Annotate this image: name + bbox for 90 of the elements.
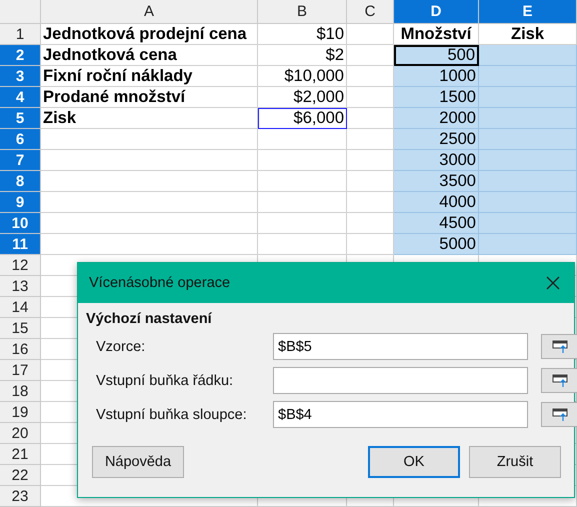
- shrink-button[interactable]: [541, 402, 577, 427]
- table-cell[interactable]: $10: [258, 24, 347, 45]
- column-header[interactable]: B: [258, 0, 347, 24]
- row-header[interactable]: 8: [0, 171, 41, 192]
- table-cell[interactable]: $10,000: [258, 66, 347, 87]
- table-cell[interactable]: Prodané množství: [41, 87, 258, 108]
- table-cell[interactable]: [479, 171, 577, 192]
- column-header[interactable]: A: [41, 0, 258, 24]
- shrink-button[interactable]: [541, 368, 577, 393]
- table-cell[interactable]: [479, 213, 577, 234]
- table-cell[interactable]: $2: [258, 45, 347, 66]
- table-cell[interactable]: Jednotková cena: [41, 45, 258, 66]
- corner-cell[interactable]: [0, 0, 41, 24]
- dialog-button[interactable]: Zrušit: [469, 446, 561, 478]
- row-header[interactable]: 15: [0, 318, 41, 339]
- row-header[interactable]: 17: [0, 360, 41, 381]
- table-cell[interactable]: 4000: [394, 192, 479, 213]
- dialog-button[interactable]: Nápověda: [92, 446, 184, 478]
- column-header[interactable]: D: [394, 0, 479, 24]
- row-header[interactable]: 23: [0, 486, 41, 507]
- row-header[interactable]: 2: [0, 45, 41, 66]
- table-cell[interactable]: [347, 24, 394, 45]
- table-cell[interactable]: 3500: [394, 171, 479, 192]
- row-header[interactable]: 7: [0, 150, 41, 171]
- row-header[interactable]: 3: [0, 66, 41, 87]
- table-cell[interactable]: [258, 234, 347, 255]
- table-cell[interactable]: [479, 66, 577, 87]
- row-header[interactable]: 22: [0, 465, 41, 486]
- field-label: Vzorce:: [96, 338, 146, 354]
- dialog-title: Vícenásobné operace: [89, 275, 230, 291]
- row-header[interactable]: 20: [0, 423, 41, 444]
- table-cell[interactable]: $6,000: [258, 108, 347, 129]
- row-header[interactable]: 14: [0, 297, 41, 318]
- row-header[interactable]: 4: [0, 87, 41, 108]
- shrink-icon: [552, 374, 568, 388]
- table-cell[interactable]: [258, 192, 347, 213]
- table-cell[interactable]: [479, 234, 577, 255]
- table-cell[interactable]: 2500: [394, 129, 479, 150]
- table-cell[interactable]: [41, 234, 258, 255]
- table-cell[interactable]: 5000: [394, 234, 479, 255]
- row-header[interactable]: 10: [0, 213, 41, 234]
- row-header[interactable]: 12: [0, 255, 41, 276]
- table-cell[interactable]: [41, 129, 258, 150]
- table-cell[interactable]: [258, 129, 347, 150]
- row-header[interactable]: 9: [0, 192, 41, 213]
- close-icon: [546, 276, 560, 290]
- table-cell[interactable]: $2,000: [258, 87, 347, 108]
- field-label: Vstupní buňka řádku:: [96, 372, 234, 388]
- field-label: Vstupní buňka sloupce:: [96, 406, 248, 422]
- table-cell[interactable]: [479, 87, 577, 108]
- table-cell[interactable]: [41, 150, 258, 171]
- table-cell[interactable]: [479, 108, 577, 129]
- column-header[interactable]: C: [347, 0, 394, 24]
- table-cell[interactable]: 1000: [394, 66, 479, 87]
- row-header[interactable]: 19: [0, 402, 41, 423]
- table-cell[interactable]: Zisk: [41, 108, 258, 129]
- table-cell[interactable]: [258, 213, 347, 234]
- table-cell[interactable]: [479, 45, 577, 66]
- table-cell[interactable]: [41, 213, 258, 234]
- table-cell[interactable]: [41, 192, 258, 213]
- table-cell[interactable]: [479, 150, 577, 171]
- row-header[interactable]: 16: [0, 339, 41, 360]
- row-header[interactable]: 18: [0, 381, 41, 402]
- table-cell[interactable]: [479, 192, 577, 213]
- row-header[interactable]: 13: [0, 276, 41, 297]
- dialog-button[interactable]: OK: [368, 446, 460, 478]
- table-cell[interactable]: 4500: [394, 213, 479, 234]
- table-cell[interactable]: [41, 171, 258, 192]
- row-header[interactable]: 6: [0, 129, 41, 150]
- column-header[interactable]: E: [479, 0, 577, 24]
- shrink-icon: [552, 340, 568, 354]
- table-cell[interactable]: [258, 171, 347, 192]
- shrink-icon: [552, 408, 568, 422]
- table-cell[interactable]: [479, 129, 577, 150]
- section-heading: Výchozí nastavení: [86, 311, 213, 327]
- row-header[interactable]: 11: [0, 234, 41, 255]
- table-cell[interactable]: Jednotková prodejní cena: [41, 24, 258, 45]
- row-header[interactable]: 1: [0, 24, 41, 45]
- table-cell[interactable]: 3000: [394, 150, 479, 171]
- table-cell[interactable]: 500: [394, 45, 479, 66]
- table-cell[interactable]: Fixní roční náklady: [41, 66, 258, 87]
- shrink-button[interactable]: [541, 334, 577, 359]
- input-field[interactable]: $B$4: [273, 401, 528, 428]
- table-cell[interactable]: 1500: [394, 87, 479, 108]
- input-field[interactable]: [273, 367, 528, 394]
- table-cell[interactable]: 2000: [394, 108, 479, 129]
- row-header[interactable]: 5: [0, 108, 41, 129]
- table-cell[interactable]: [258, 150, 347, 171]
- input-field[interactable]: $B$5: [273, 333, 528, 360]
- row-header[interactable]: 21: [0, 444, 41, 465]
